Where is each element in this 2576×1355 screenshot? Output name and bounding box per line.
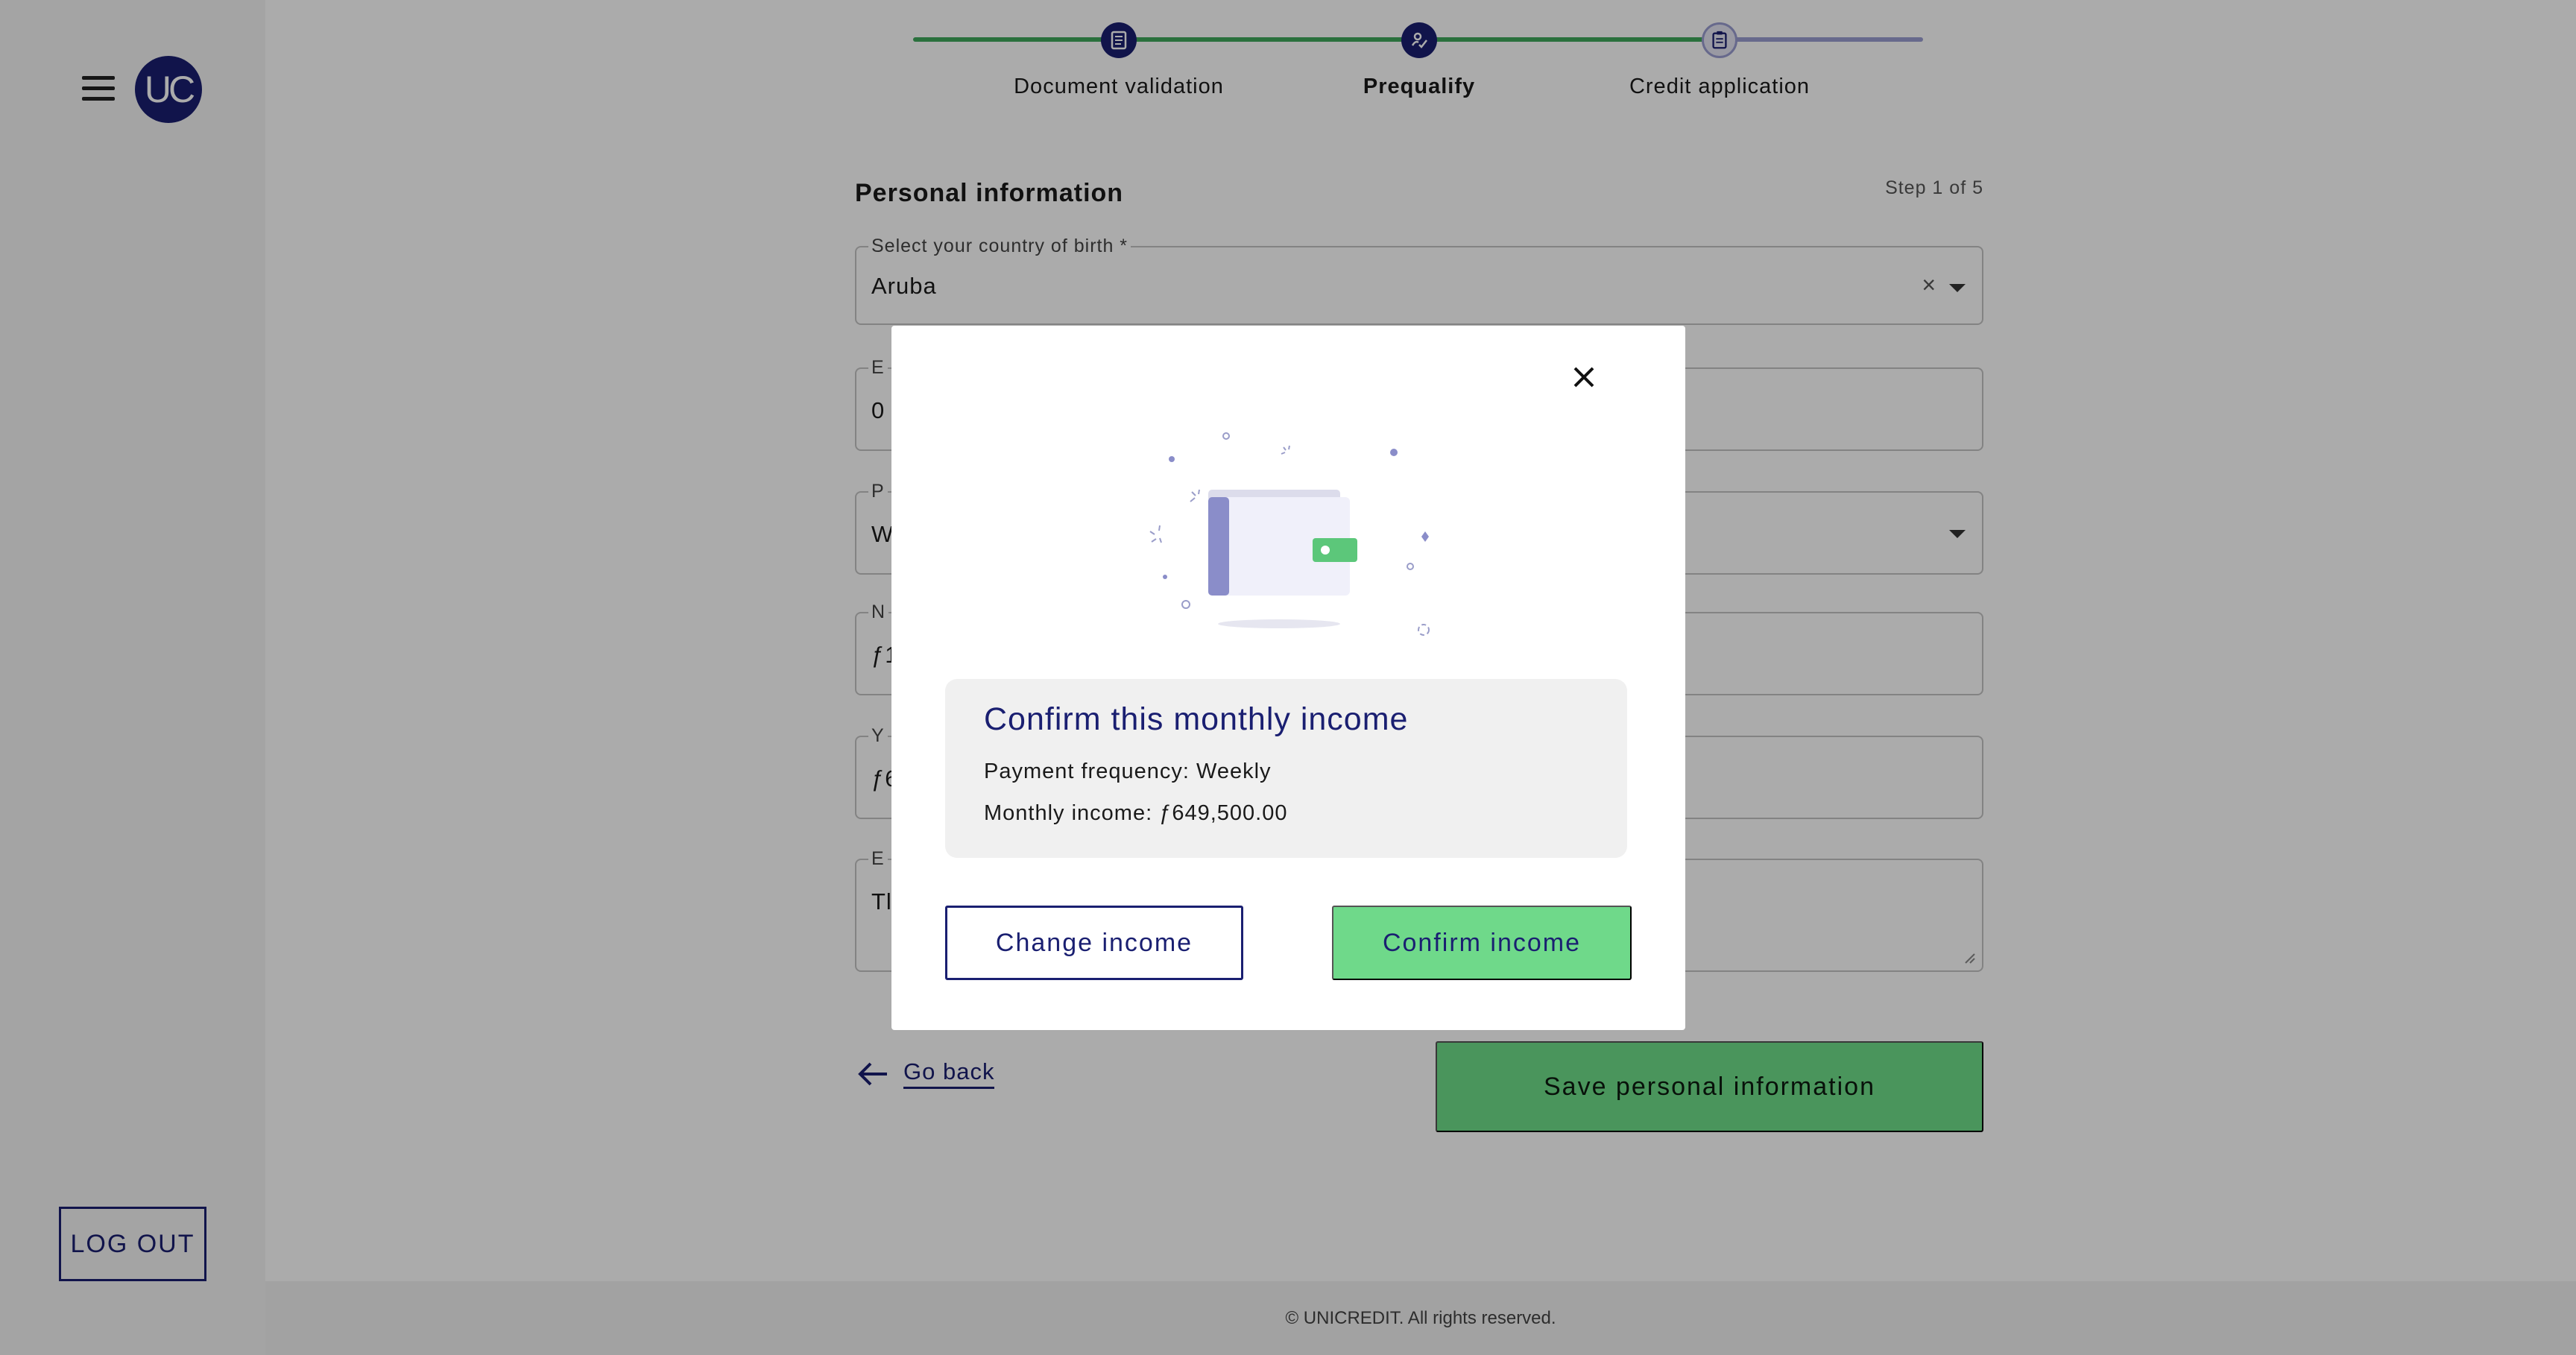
confirm-income-dialog: Confirm this monthly income Payment freq… [891,326,1685,1030]
income-summary-box: Confirm this monthly income Payment freq… [945,679,1627,858]
dialog-title: Confirm this monthly income [984,701,1409,737]
close-icon[interactable] [1569,362,1599,392]
change-income-button[interactable]: Change income [945,906,1243,980]
confirm-income-button[interactable]: Confirm income [1332,906,1632,980]
wallet-illustration-icon [1149,432,1430,636]
payment-frequency-text: Payment frequency: Weekly [984,759,1272,783]
monthly-income-text: Monthly income: ƒ649,500.00 [984,801,1288,825]
